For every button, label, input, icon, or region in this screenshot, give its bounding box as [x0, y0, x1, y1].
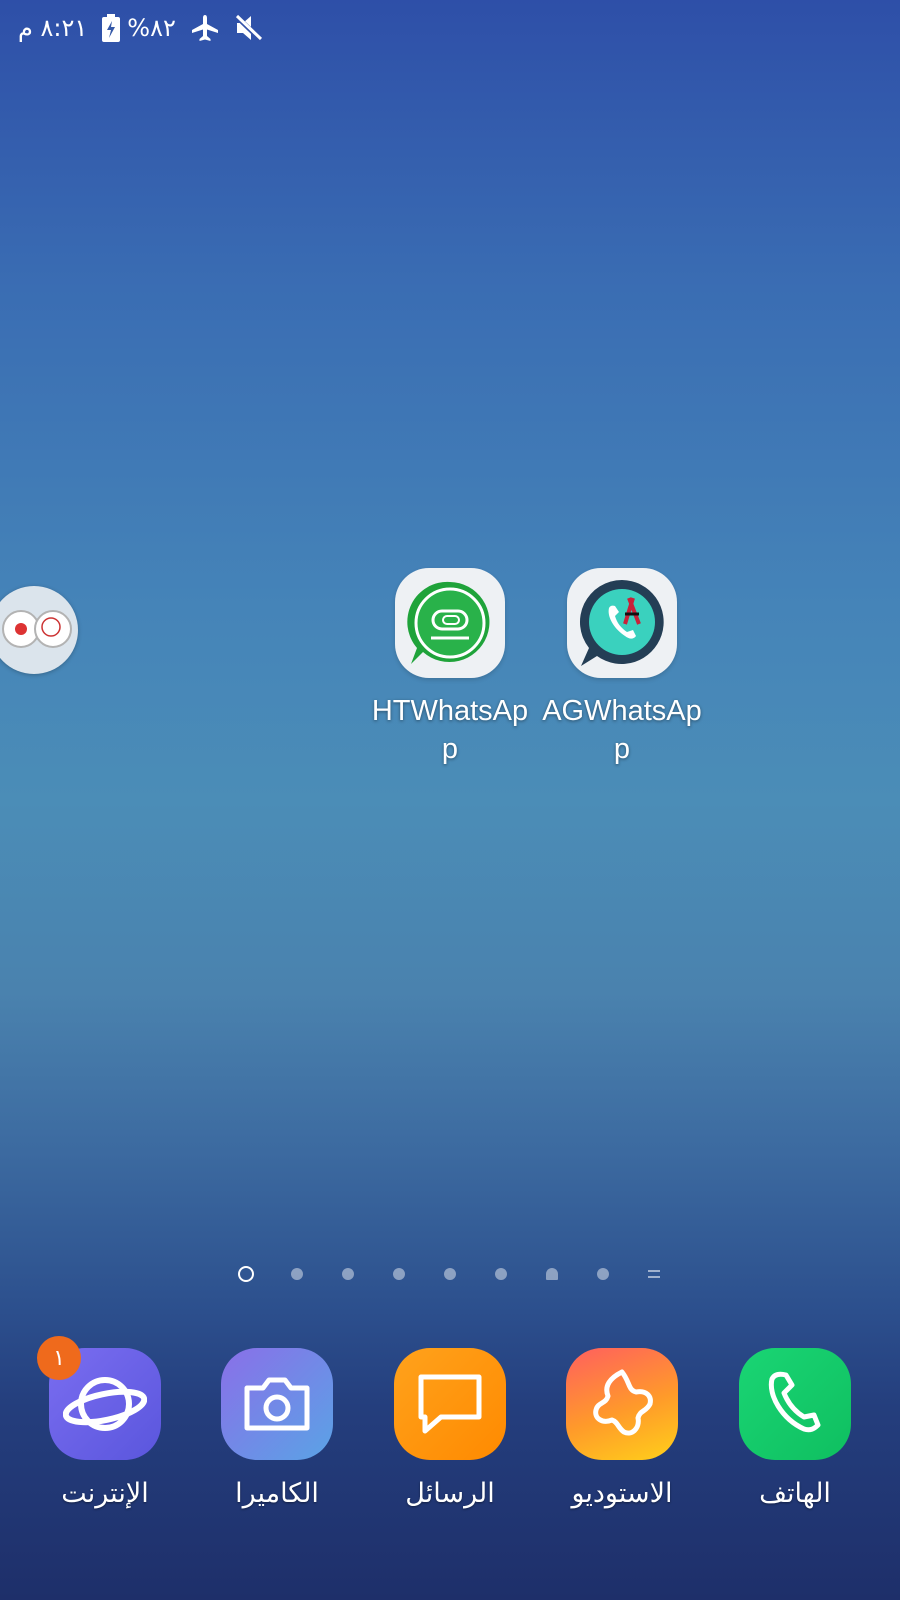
messages-icon: [394, 1348, 506, 1460]
battery-charging-icon: [101, 14, 121, 42]
app-htwhatsapp[interactable]: HTWhatsApp: [370, 568, 530, 768]
page-dot[interactable]: [591, 1262, 615, 1286]
battery-percent: %٨٢: [127, 14, 176, 42]
dock-app-camera[interactable]: الكاميرا: [197, 1348, 357, 1509]
app-label: AGWhatsApp: [542, 695, 702, 765]
home-page-icon[interactable]: [540, 1262, 564, 1286]
dock-app-label: الكاميرا: [235, 1478, 319, 1509]
gallery-icon: [566, 1348, 678, 1460]
dock-app-label: الإنترنت: [61, 1478, 149, 1509]
phone-icon: [739, 1348, 851, 1460]
page-list-icon[interactable]: [642, 1262, 666, 1286]
dock-app-phone[interactable]: الهاتف: [715, 1348, 875, 1509]
dock-app-label: الرسائل: [405, 1478, 495, 1509]
status-bar: ٨:٢١ م %٨٢: [18, 10, 264, 46]
dock-app-gallery[interactable]: الاستوديو: [542, 1348, 702, 1509]
dock-app-label: الهاتف: [759, 1478, 831, 1509]
app-agwhatsapp[interactable]: AGWhatsApp: [542, 568, 702, 768]
notification-badge: ١: [37, 1336, 81, 1380]
dock-app-messages[interactable]: الرسائل: [370, 1348, 530, 1509]
camera-icon: [221, 1348, 333, 1460]
page-indicator: [0, 1262, 900, 1286]
page-dot[interactable]: [336, 1262, 360, 1286]
page-dot[interactable]: [285, 1262, 309, 1286]
page-dot[interactable]: [489, 1262, 513, 1286]
clock: ٨:٢١ م: [18, 14, 88, 42]
agwhatsapp-icon: [567, 568, 677, 678]
internet-icon: ١: [37, 1336, 161, 1460]
page-dot-current[interactable]: [234, 1262, 258, 1286]
airplane-mode-icon: [190, 14, 220, 42]
dock-app-label: الاستوديو: [571, 1478, 673, 1509]
sound-muted-icon: [234, 14, 264, 42]
tech-logo-icon: [34, 610, 72, 648]
htwhatsapp-icon: [395, 568, 505, 678]
floating-logo-bubble[interactable]: [0, 586, 78, 674]
page-dot[interactable]: [438, 1262, 462, 1286]
app-label: HTWhatsApp: [371, 695, 529, 765]
dock-app-internet[interactable]: ١ الإنترنت: [25, 1336, 185, 1509]
page-dot[interactable]: [387, 1262, 411, 1286]
